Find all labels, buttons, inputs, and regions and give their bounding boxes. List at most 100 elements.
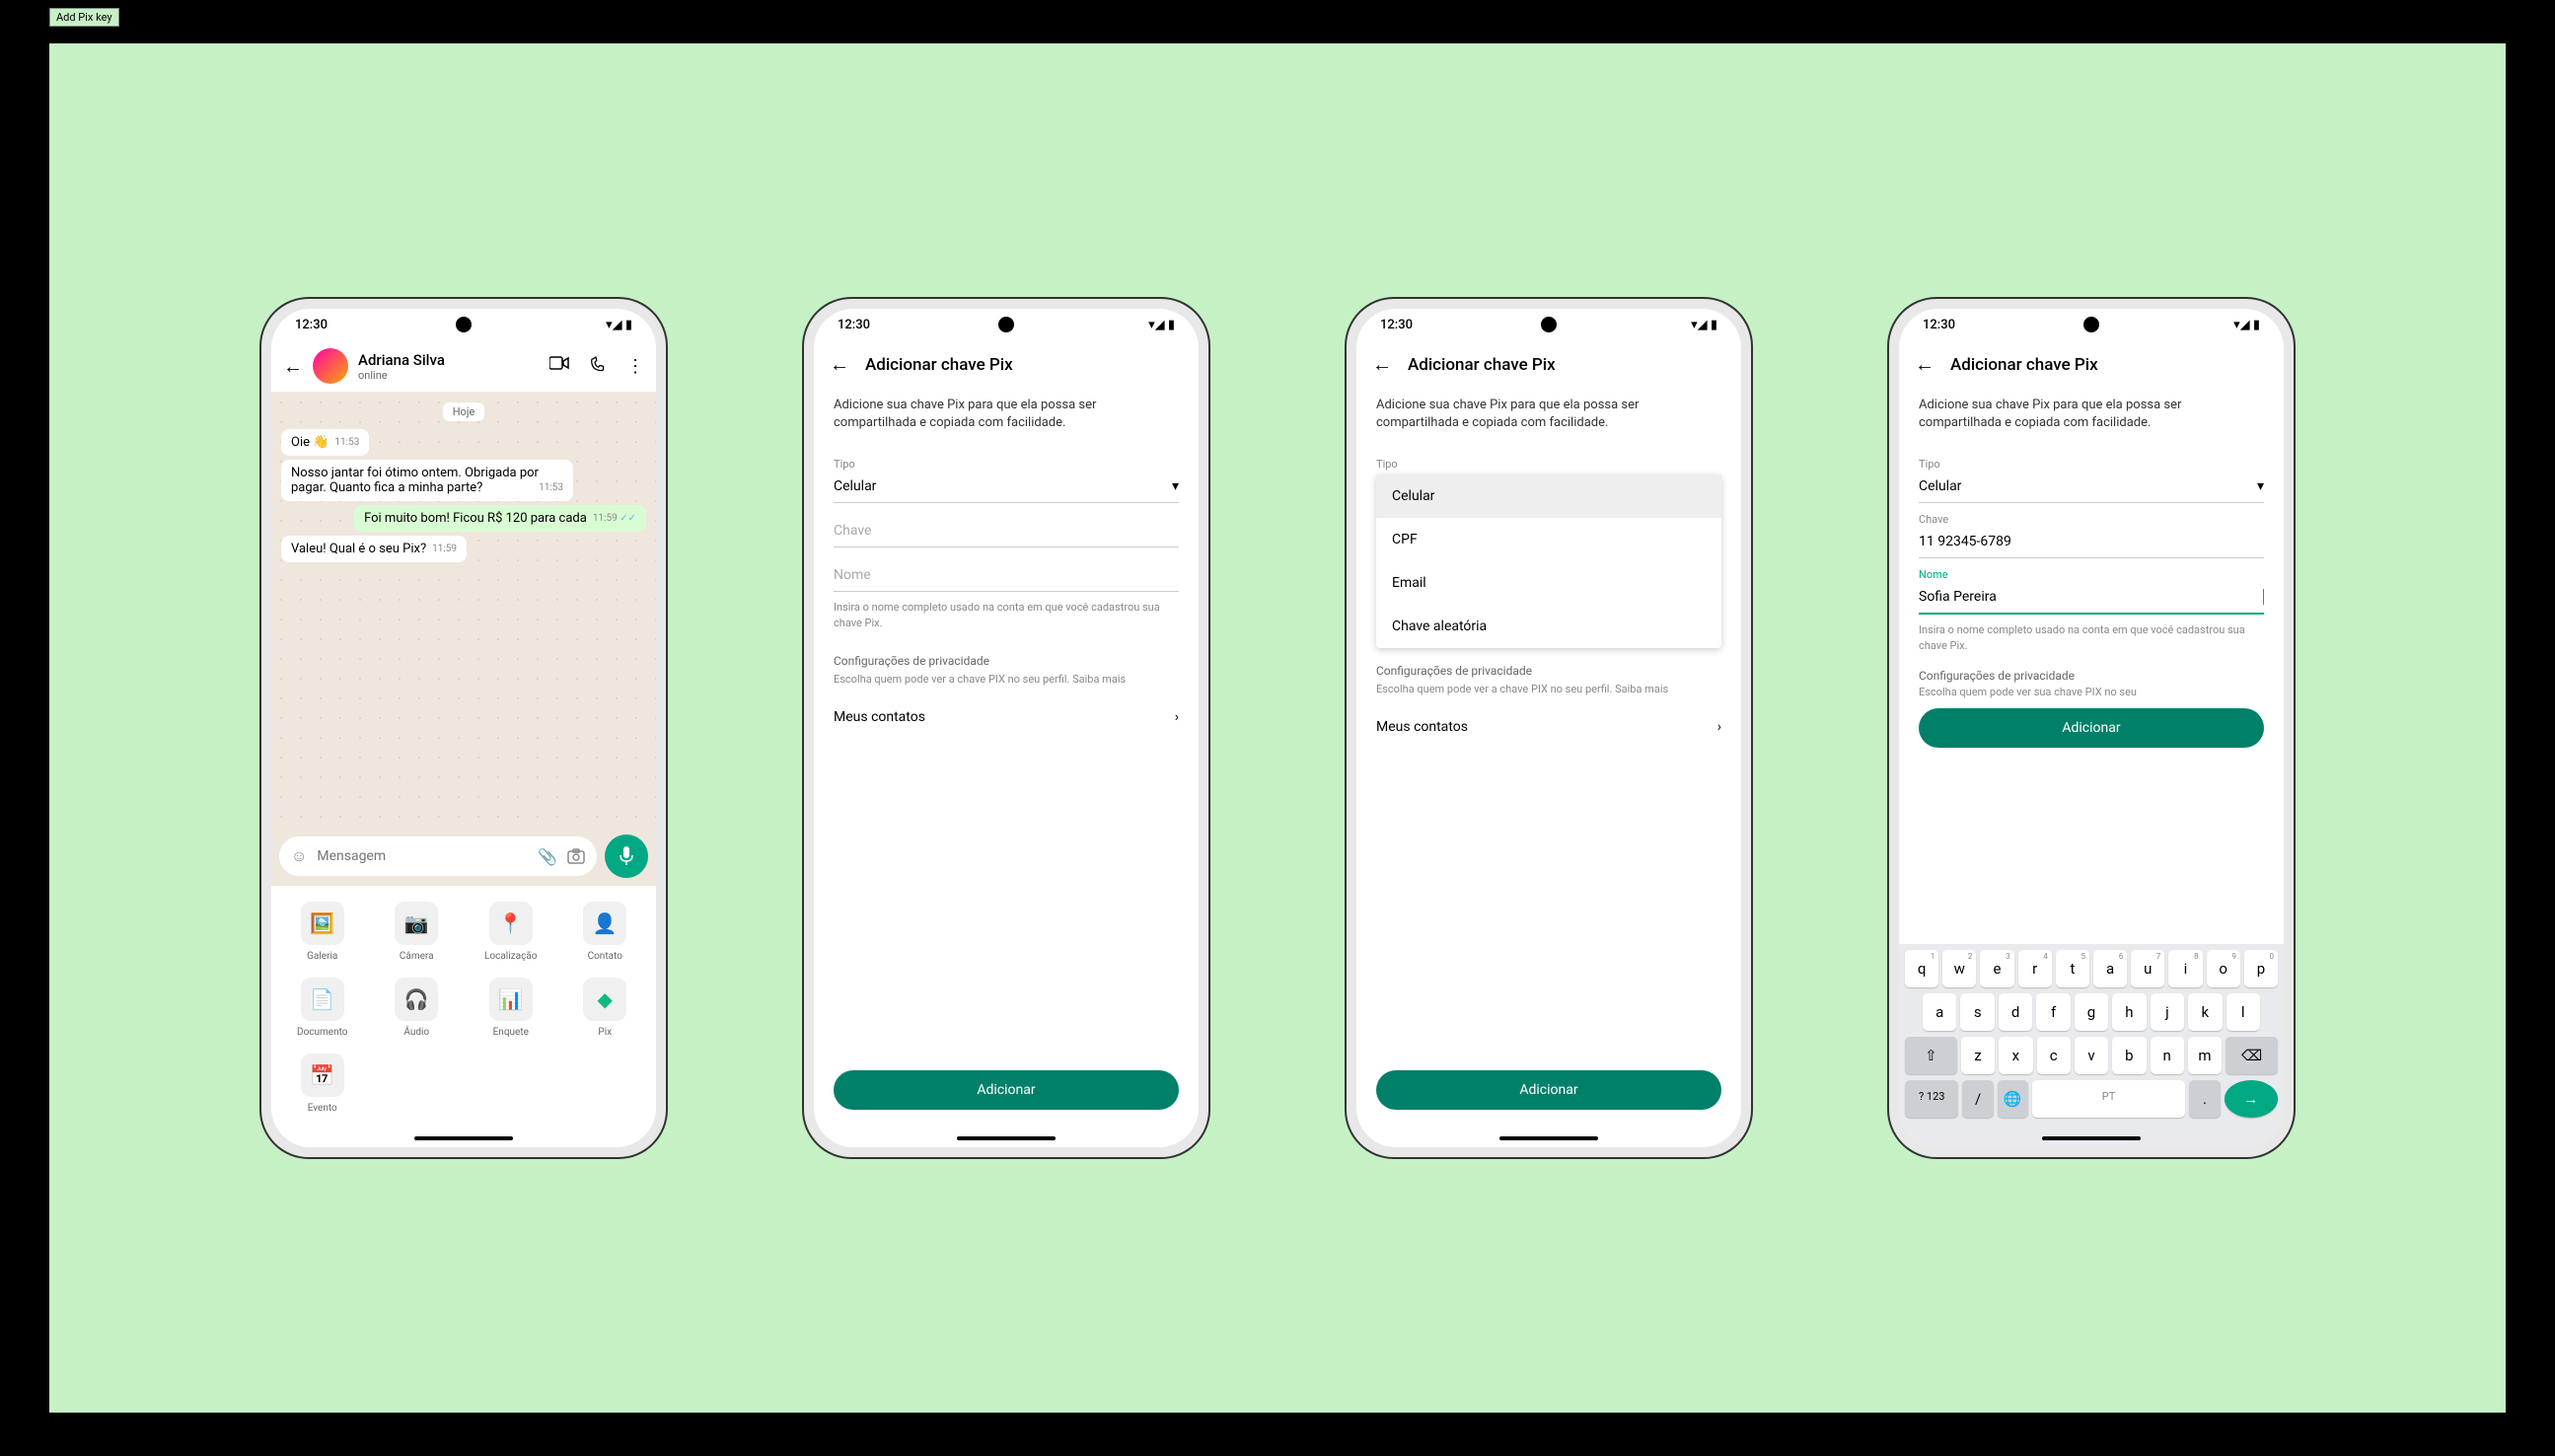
status-icons: ▾◢ ▮ [606, 318, 632, 332]
page-title: Adicionar chave Pix [1950, 355, 2098, 375]
key-s[interactable]: s [1960, 993, 1994, 1031]
chave-input[interactable]: 11 92345-6789 [1919, 526, 2264, 558]
page-title: Adicionar chave Pix [1408, 355, 1556, 375]
attachment-panel: 🖼️ Galeria 📷 Câmera 📍 Localização 👤 Cont… [271, 886, 656, 1129]
contact-info[interactable]: Adriana Silva online [358, 351, 540, 382]
key-p[interactable]: p0 [2244, 950, 2278, 987]
shift-key[interactable]: ⇧ [1905, 1037, 1957, 1074]
message-incoming[interactable]: Valeu! Qual é o seu Pix? 11:59 [281, 536, 467, 562]
attach-location[interactable]: 📍 Localização [468, 902, 554, 962]
camera-icon[interactable] [567, 848, 585, 864]
chat-body: Hoje Oie 👋 11:53 Nosso jantar foi ótimo … [271, 393, 656, 827]
numbers-key[interactable]: ? 123 [1905, 1080, 1958, 1118]
canvas: 12:30 ▾◢ ▮ ← Adriana Silva online ⋮ Hoje… [49, 43, 2506, 1413]
nome-input[interactable]: Sofia Pereira [1919, 581, 2264, 615]
status-time: 12:30 [295, 318, 328, 332]
key-w[interactable]: w2 [1942, 950, 1976, 987]
key-u[interactable]: u7 [2131, 950, 2164, 987]
dropdown-option-celular[interactable]: Celular [1376, 474, 1721, 518]
key-g[interactable]: g [2075, 993, 2108, 1031]
voice-call-icon[interactable] [589, 356, 607, 377]
tipo-select[interactable]: Celular ▾ [1919, 471, 2264, 503]
key-m[interactable]: m [2188, 1037, 2222, 1074]
attach-gallery[interactable]: 🖼️ Galeria [279, 902, 366, 962]
mic-button[interactable] [605, 835, 648, 878]
contacts-row[interactable]: Meus contatos › [1376, 705, 1721, 749]
video-call-icon[interactable] [549, 356, 569, 377]
back-arrow-icon[interactable]: ← [283, 354, 303, 379]
dropdown-arrow-icon: ▾ [1172, 478, 1179, 494]
form-description: Adicione sua chave Pix para que ela poss… [1376, 389, 1721, 448]
more-menu-icon[interactable]: ⋮ [626, 356, 644, 377]
emoji-icon[interactable]: ☺ [291, 846, 307, 866]
contact-name: Adriana Silva [358, 351, 540, 369]
attach-pix[interactable]: ◆ Pix [562, 978, 649, 1038]
message-incoming[interactable]: Nosso jantar foi ótimo ontem. Obrigada p… [281, 460, 573, 501]
key-q[interactable]: q1 [1905, 950, 1938, 987]
attach-event[interactable]: 📅 Evento [279, 1054, 366, 1114]
key-z[interactable]: z [1961, 1037, 1995, 1074]
message-outgoing[interactable]: Foi muito bom! Ficou R$ 120 para cada 11… [354, 505, 646, 532]
tipo-label: Tipo [1376, 458, 1721, 471]
add-button[interactable]: Adicionar [834, 1070, 1179, 1110]
back-arrow-icon[interactable]: ← [830, 352, 849, 377]
key-c[interactable]: c [2037, 1037, 2071, 1074]
key-x[interactable]: x [1999, 1037, 2032, 1074]
nome-input[interactable]: Nome [834, 559, 1179, 592]
dropdown-option-cpf[interactable]: CPF [1376, 518, 1721, 561]
slash-key[interactable]: / [1962, 1080, 1993, 1118]
message-input-field[interactable]: ☺ 📎 [279, 837, 597, 876]
enter-key[interactable]: → [2225, 1080, 2278, 1118]
back-arrow-icon[interactable]: ← [1372, 352, 1392, 377]
key-h[interactable]: h [2112, 993, 2146, 1031]
attach-contact[interactable]: 👤 Contato [562, 902, 649, 962]
key-l[interactable]: l [2226, 993, 2260, 1031]
dropdown-option-random[interactable]: Chave aleatória [1376, 605, 1721, 648]
dropdown-option-email[interactable]: Email [1376, 561, 1721, 605]
key-a[interactable]: a [1923, 993, 1956, 1031]
privacy-description: Escolha quem pode ver a chave PIX no seu… [1376, 682, 1721, 696]
camera-notch [1541, 317, 1557, 332]
key-j[interactable]: j [2151, 993, 2184, 1031]
backspace-key[interactable]: ⌫ [2226, 1037, 2278, 1074]
space-key[interactable]: PT [2032, 1080, 2186, 1118]
add-button[interactable]: Adicionar [1376, 1070, 1721, 1110]
chevron-right-icon: › [1175, 709, 1179, 725]
globe-key[interactable]: 🌐 [1998, 1080, 2028, 1118]
add-button[interactable]: Adicionar [1919, 708, 2264, 748]
avatar[interactable] [313, 348, 348, 384]
chave-input[interactable]: Chave [834, 515, 1179, 547]
key-f[interactable]: f [2036, 993, 2070, 1031]
key-o[interactable]: o9 [2207, 950, 2240, 987]
tipo-select[interactable]: Celular ▾ [834, 471, 1179, 503]
key-a[interactable]: a6 [2093, 950, 2127, 987]
key-r[interactable]: r4 [2018, 950, 2052, 987]
back-arrow-icon[interactable]: ← [1915, 352, 1934, 377]
attach-document[interactable]: 📄 Documento [279, 978, 366, 1038]
key-t[interactable]: t5 [2056, 950, 2089, 987]
key-b[interactable]: b [2112, 1037, 2146, 1074]
message-incoming[interactable]: Oie 👋 11:53 [281, 429, 369, 456]
privacy-section-title: Configurações de privacidade [1919, 669, 2264, 683]
status-icons: ▾◢ ▮ [1691, 318, 1717, 332]
key-k[interactable]: k [2188, 993, 2222, 1031]
attach-camera[interactable]: 📷 Câmera [374, 902, 461, 962]
tipo-dropdown: Celular CPF Email Chave aleatória [1376, 474, 1721, 648]
period-key[interactable]: . [2189, 1080, 2220, 1118]
attach-icon[interactable]: 📎 [538, 847, 557, 866]
attach-audio[interactable]: 🎧 Áudio [374, 978, 461, 1038]
camera-notch [456, 317, 472, 332]
key-n[interactable]: n [2151, 1037, 2184, 1074]
nome-helper: Insira o nome completo usado na conta em… [1919, 622, 2264, 653]
status-icons: ▾◢ ▮ [2233, 318, 2260, 332]
key-d[interactable]: d [1999, 993, 2032, 1031]
contacts-row[interactable]: Meus contatos › [834, 695, 1179, 739]
privacy-section-title: Configurações de privacidade [1376, 664, 1721, 678]
key-e[interactable]: e3 [1980, 950, 2013, 987]
message-input[interactable] [317, 848, 528, 864]
status-bar: 12:30 ▾◢ ▮ [271, 309, 656, 340]
date-chip: Hoje [443, 402, 485, 421]
key-i[interactable]: i8 [2168, 950, 2202, 987]
key-v[interactable]: v [2075, 1037, 2108, 1074]
attach-poll[interactable]: 📊 Enquete [468, 978, 554, 1038]
